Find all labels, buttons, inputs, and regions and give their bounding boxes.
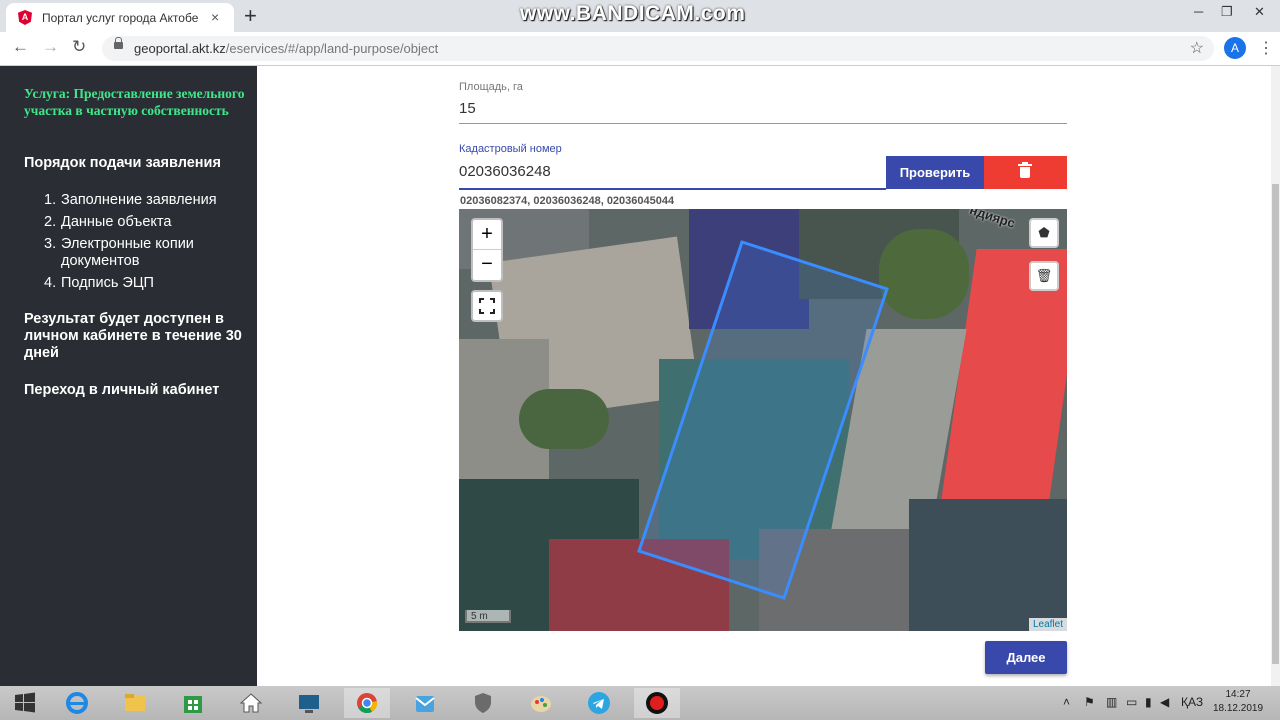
new-tab-button[interactable]: +	[244, 3, 257, 29]
profile-avatar[interactable]: A	[1224, 37, 1246, 59]
sidebar: Услуга: Предоставление земельного участк…	[0, 66, 257, 686]
page-scrollbar[interactable]	[1271, 66, 1280, 686]
scrollbar-thumb[interactable]	[1272, 184, 1279, 664]
step-item: 2. Данные объекта	[44, 214, 172, 230]
network-icon[interactable]: ▥	[1106, 695, 1117, 709]
draw-polygon-button[interactable]: ⬟	[1029, 218, 1059, 248]
address-toolbar: ← → ↻ geoportal.akt.kz/eservices/#/app/l…	[0, 32, 1280, 66]
area-underline	[459, 123, 1067, 124]
cabinet-link[interactable]: Переход в личный кабинет	[24, 382, 246, 399]
zoom-control: + −	[471, 218, 503, 282]
paint-taskbar-icon[interactable]	[518, 688, 564, 718]
cadastral-label: Кадастровый номер	[459, 143, 562, 155]
cadastral-hint: 02036082374, 02036036248, 02036045044	[460, 195, 675, 207]
flag-icon[interactable]: ⚑	[1084, 695, 1095, 709]
app-taskbar-icon[interactable]	[286, 688, 332, 718]
delete-button[interactable]	[984, 156, 1067, 189]
browser-tab-bar: A Портал услуг города Актобе × + www.BAN…	[0, 0, 1280, 32]
check-button[interactable]: Проверить	[886, 156, 984, 189]
fullscreen-button[interactable]	[471, 290, 503, 322]
parcel-polygon[interactable]	[459, 209, 1067, 631]
language-indicator[interactable]: ҚАЗ	[1181, 695, 1203, 709]
browser-tab[interactable]: A Портал услуг города Актобе ×	[6, 3, 234, 32]
home-taskbar-icon[interactable]	[228, 688, 274, 718]
step-item: 1. Заполнение заявления	[44, 192, 217, 208]
address-bar[interactable]: geoportal.akt.kz/eservices/#/app/land-pu…	[102, 36, 1214, 61]
explorer-taskbar-icon[interactable]	[112, 688, 158, 718]
store-taskbar-icon[interactable]	[170, 688, 216, 718]
next-button[interactable]: Далее	[985, 641, 1067, 674]
taskbar: ˄ ⚑ ▥ ▭ ▮ ◀ ҚАЗ 14:27 18.12.2019	[0, 686, 1280, 720]
telegram-taskbar-icon[interactable]	[576, 688, 622, 718]
steps-list: 1. Заполнение заявления 2. Данные объекта …	[24, 192, 246, 297]
start-button[interactable]	[2, 688, 48, 718]
security-taskbar-icon[interactable]	[460, 688, 506, 718]
reload-icon[interactable]: ↻	[72, 37, 86, 57]
tray-chevron-icon[interactable]: ˄	[1063, 695, 1070, 709]
tab-title: Портал услуг города Актобе	[42, 11, 199, 25]
delete-shape-button[interactable]: 🗑	[1029, 261, 1059, 291]
recorder-watermark: www.BANDICAM.com	[520, 2, 746, 25]
lock-icon	[114, 37, 123, 49]
battery-icon[interactable]: ▮	[1145, 695, 1152, 709]
volume-icon[interactable]: ◀	[1160, 695, 1169, 709]
forward-icon[interactable]: →	[42, 37, 59, 57]
browser-menu-icon[interactable]: ⋮	[1258, 38, 1274, 58]
windows-logo-icon	[15, 692, 35, 713]
bookmark-star-icon[interactable]: ☆	[1190, 38, 1204, 58]
service-title: Услуга: Предоставление земельного участк…	[24, 86, 245, 118]
back-icon[interactable]: ←	[12, 37, 29, 57]
result-note: Результат будет доступен в личном кабине…	[24, 311, 242, 361]
cadastral-input[interactable]: 02036036248	[459, 163, 551, 180]
step-item: 4. Подпись ЭЦП	[44, 275, 154, 291]
leaflet-attribution[interactable]: Leaflet	[1028, 618, 1067, 631]
trash-icon	[1018, 162, 1032, 166]
zoom-out-button[interactable]: −	[473, 250, 501, 279]
monitor-icon[interactable]: ▭	[1126, 695, 1137, 709]
bandicam-taskbar-icon[interactable]	[634, 688, 680, 718]
satellite-map[interactable]: ндиярс + − ⬟ 🗑 5 m Leaflet	[459, 209, 1067, 631]
angular-favicon-icon: A	[18, 10, 32, 25]
zoom-in-button[interactable]: +	[473, 220, 501, 250]
procedure-heading: Порядок подачи заявления	[24, 155, 221, 171]
ie-taskbar-icon[interactable]	[54, 688, 100, 718]
mail-taskbar-icon[interactable]	[402, 688, 448, 718]
area-input[interactable]: 15	[459, 100, 476, 117]
minimize-button[interactable]: ─	[1194, 4, 1203, 19]
step-item: 3. Электронные копии документов	[44, 236, 194, 269]
map-scale: 5 m	[465, 610, 511, 623]
chrome-taskbar-icon[interactable]	[344, 688, 390, 718]
url-text[interactable]: geoportal.akt.kz/eservices/#/app/land-pu…	[134, 41, 438, 56]
cadastral-underline	[459, 188, 886, 190]
restore-button[interactable]: ❐	[1221, 4, 1233, 20]
close-window-button[interactable]: ✕	[1254, 4, 1265, 20]
clock[interactable]: 14:27 18.12.2019	[1206, 688, 1270, 716]
tab-close-icon[interactable]: ×	[211, 9, 219, 25]
fullscreen-icon	[479, 298, 495, 314]
area-label: Площадь, га	[459, 81, 523, 93]
